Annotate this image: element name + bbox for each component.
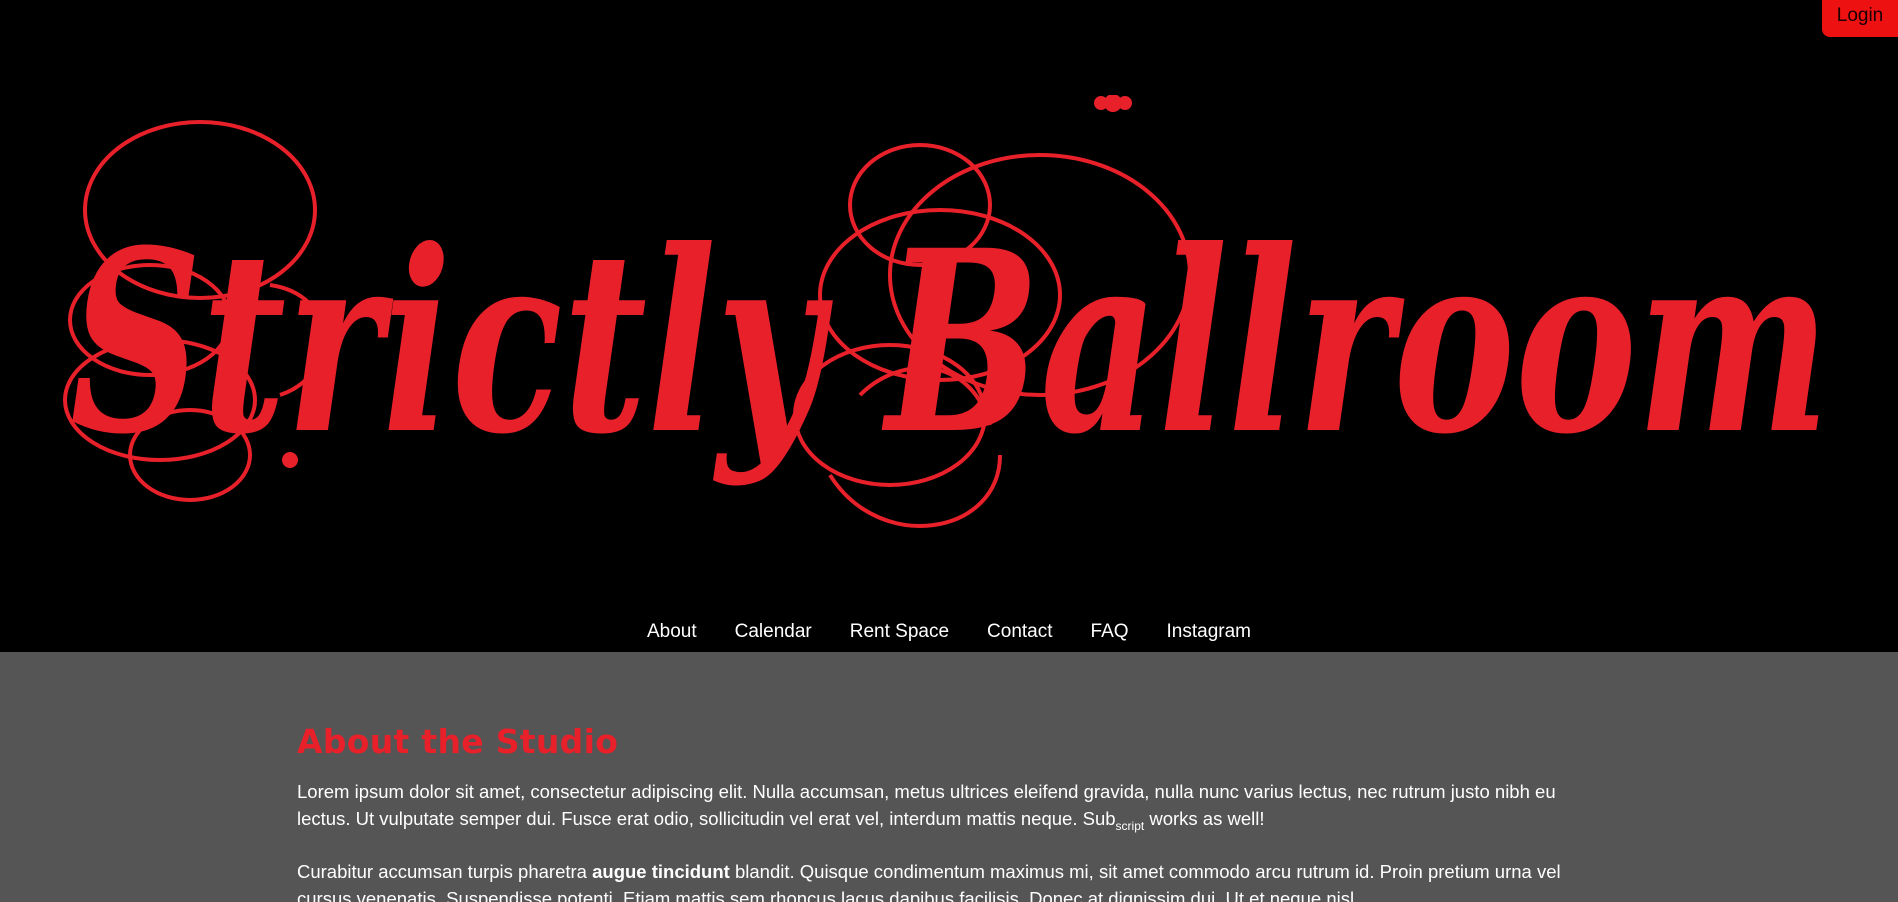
nav-about[interactable]: About <box>628 612 716 652</box>
paragraph-1-text: Lorem ipsum dolor sit amet, consectetur … <box>297 781 1556 829</box>
site-header: Login Strictly Ballroom About Calendar R… <box>0 0 1898 652</box>
section-heading: About the Studio <box>297 722 619 761</box>
logo-text: Strictly Ballroom <box>70 195 1830 489</box>
nav-rent-space[interactable]: Rent Space <box>831 612 968 652</box>
paragraph-1-subscript: script <box>1115 819 1145 833</box>
paragraph-1: Lorem ipsum dolor sit amet, consectetur … <box>297 778 1607 840</box>
about-section: About the Studio Lorem ipsum dolor sit a… <box>297 722 1607 902</box>
nav-calendar[interactable]: Calendar <box>716 612 831 652</box>
paragraph-1-text-end: works as well! <box>1144 808 1265 829</box>
page: Login Strictly Ballroom About Calendar R… <box>0 0 1898 902</box>
paragraph-2-bold: augue tincidunt <box>592 861 730 882</box>
nav-contact[interactable]: Contact <box>968 612 1071 652</box>
paragraph-2: Curabitur accumsan turpis pharetra augue… <box>297 858 1607 902</box>
nav-instagram[interactable]: Instagram <box>1148 612 1270 652</box>
login-button[interactable]: Login <box>1822 0 1898 37</box>
main-content: About the Studio Lorem ipsum dolor sit a… <box>0 652 1898 902</box>
paragraph-2-text: Curabitur accumsan turpis pharetra <box>297 861 593 882</box>
nav-faq[interactable]: FAQ <box>1072 612 1148 652</box>
main-nav: About Calendar Rent Space Contact FAQ In… <box>0 612 1898 652</box>
site-logo[interactable]: Strictly Ballroom <box>40 95 1860 555</box>
